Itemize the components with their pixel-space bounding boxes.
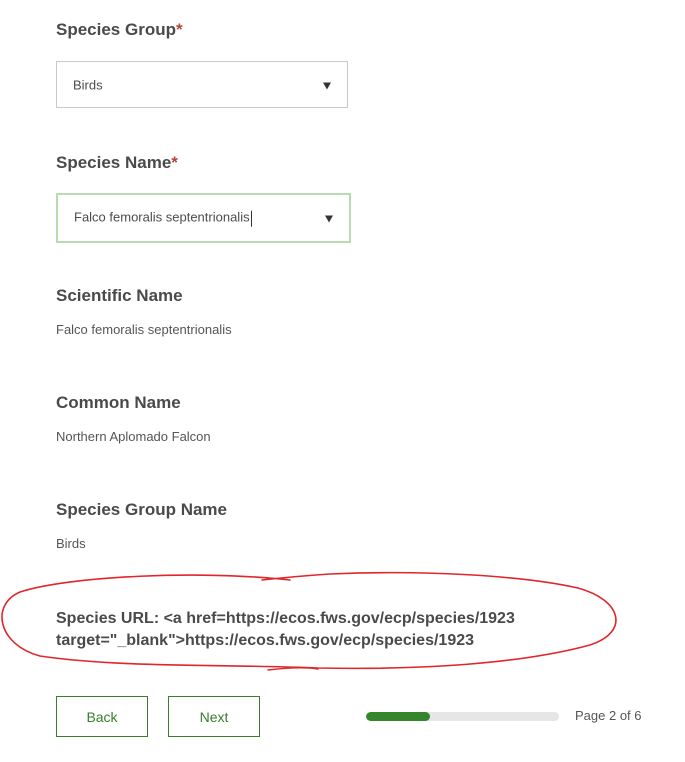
species-group-selected-value: Birds xyxy=(73,77,103,92)
scientific-name-label: Scientific Name xyxy=(56,286,183,305)
species-name-label-text: Species Name xyxy=(56,153,172,172)
species-group-name-label: Species Group Name xyxy=(56,500,228,519)
scientific-name-value: Falco femoralis septentrionalis xyxy=(56,322,232,337)
chevron-down-icon xyxy=(323,82,331,90)
species-name-select[interactable]: Falco femoralis septentrionalis xyxy=(56,193,351,243)
next-button[interactable]: Next xyxy=(168,696,260,737)
species-name-selected-value: Falco femoralis septentrionalis xyxy=(74,209,250,225)
common-name-value: Northern Aplomado Falcon xyxy=(56,429,211,444)
species-url-text: Species URL: <a href=https://ecos.fws.go… xyxy=(56,610,515,649)
required-asterisk: * xyxy=(171,153,178,172)
species-name-label: Species Name* xyxy=(56,153,178,173)
annotation-tail xyxy=(267,667,319,671)
page-indicator: Page 2 of 6 xyxy=(575,708,642,723)
species-group-name-value: Birds xyxy=(56,536,86,551)
species-group-select[interactable]: Birds xyxy=(56,61,348,108)
progress-bar-fill xyxy=(366,712,431,721)
back-button[interactable]: Back xyxy=(56,696,148,737)
species-group-label: Species Group* xyxy=(56,20,183,40)
required-asterisk: * xyxy=(175,20,183,39)
species-group-label-text: Species Group xyxy=(56,20,176,39)
text-cursor xyxy=(250,210,252,227)
species-name-input-wrap: Falco femoralis septentrionalis xyxy=(74,210,252,227)
progress-bar xyxy=(366,712,559,721)
common-name-label: Common Name xyxy=(56,393,181,412)
chevron-down-icon xyxy=(325,215,333,223)
